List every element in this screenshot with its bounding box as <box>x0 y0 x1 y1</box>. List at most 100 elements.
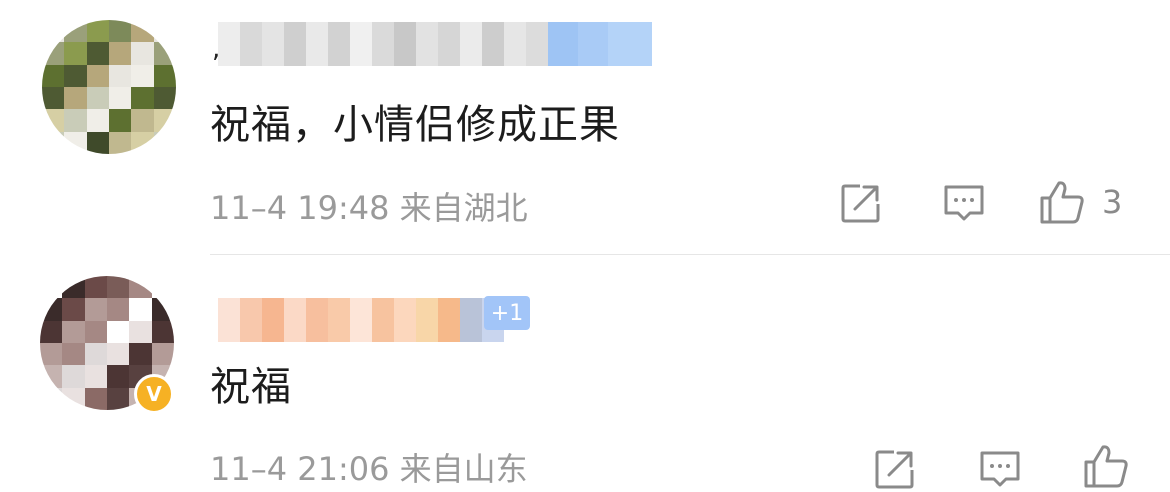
username-pixel <box>306 22 328 66</box>
avatar-pixel <box>84 276 107 299</box>
username-pixel <box>608 22 652 66</box>
username-pixel <box>438 22 460 66</box>
username-pixel <box>284 298 306 342</box>
avatar-pixel <box>151 320 174 343</box>
thumbs-up-icon <box>1084 445 1128 488</box>
share-button[interactable] <box>872 446 918 492</box>
avatar-pixel <box>107 276 130 299</box>
username-pixel <box>438 298 460 342</box>
avatar-pixel <box>107 365 130 388</box>
username-pixel <box>578 22 608 66</box>
avatar-pixel <box>151 276 174 299</box>
avatar-pixel <box>86 87 109 110</box>
avatar-pixel <box>62 298 85 321</box>
avatar-pixel <box>86 20 109 43</box>
comment-item: V +1 祝福 11–4 21:06 来自山东 <box>0 256 1170 489</box>
username-pixel <box>262 22 284 66</box>
avatar-pixel <box>153 131 176 154</box>
username-pixel <box>548 22 578 66</box>
username-pixel <box>262 298 284 342</box>
avatar-pixel <box>131 109 154 132</box>
username-pixel <box>240 298 262 342</box>
username-pixel <box>328 22 350 66</box>
username-blurred[interactable] <box>218 22 652 66</box>
comment-icon <box>944 185 984 221</box>
avatar-pixel <box>131 42 154 65</box>
avatar-pixel <box>153 42 176 65</box>
comment-icon <box>980 451 1020 487</box>
avatar-pixel <box>107 320 130 343</box>
username-pixel <box>460 22 482 66</box>
username-pixel <box>526 22 548 66</box>
avatar-pixel <box>62 276 85 299</box>
username-pixel <box>306 298 328 342</box>
username-pixel <box>218 298 240 342</box>
avatar-pixel <box>151 298 174 321</box>
avatar-pixel <box>86 109 109 132</box>
username-pixel <box>504 22 526 66</box>
username-pixel <box>218 22 240 66</box>
comment-text: 祝福，小情侣修成正果 <box>210 102 620 148</box>
username-pixel <box>350 22 372 66</box>
username-pixel <box>350 298 372 342</box>
share-icon <box>875 450 914 489</box>
avatar-pixel <box>107 298 130 321</box>
fan-level-badge: +1 <box>484 296 530 330</box>
avatar-pixel <box>42 87 65 110</box>
avatar-pixel <box>131 87 154 110</box>
avatar[interactable] <box>42 20 176 154</box>
avatar-pixel <box>64 42 87 65</box>
avatar-pixel <box>131 20 154 43</box>
username-pixel <box>284 22 306 66</box>
avatar-pixel <box>86 131 109 154</box>
avatar-pixel <box>62 365 85 388</box>
avatar-pixel <box>129 276 152 299</box>
divider <box>210 254 1170 255</box>
avatar-pixel <box>64 109 87 132</box>
avatar-pixel <box>86 64 109 87</box>
avatar-pixel <box>84 320 107 343</box>
avatar-pixel <box>109 109 132 132</box>
comment-meta: 11–4 21:06 来自山东 <box>210 450 528 488</box>
like-button[interactable]: 3 <box>1038 178 1122 226</box>
reply-button[interactable] <box>978 448 1022 490</box>
avatar-pixel <box>84 365 107 388</box>
comment-text: 祝福 <box>210 364 292 410</box>
avatar-pixel <box>42 20 65 43</box>
avatar-pixel <box>84 343 107 366</box>
avatar-pixel <box>129 320 152 343</box>
avatar-pixel <box>107 343 130 366</box>
like-button[interactable] <box>1082 442 1130 490</box>
verified-badge-icon: V <box>134 374 174 414</box>
like-count: 3 <box>1102 183 1123 221</box>
avatar-pixel <box>129 343 152 366</box>
username-pixel <box>416 298 438 342</box>
avatar-pixel <box>64 64 87 87</box>
share-button[interactable] <box>838 180 884 226</box>
avatar-pixel <box>84 298 107 321</box>
avatar-pixel <box>153 64 176 87</box>
avatar-pixel <box>131 64 154 87</box>
avatar-pixel <box>40 343 63 366</box>
avatar-pixel <box>64 20 87 43</box>
username-pixel <box>416 22 438 66</box>
avatar-pixel <box>153 20 176 43</box>
username-pixel <box>372 298 394 342</box>
avatar-pixel <box>109 87 132 110</box>
avatar-pixel <box>64 87 87 110</box>
avatar-pixel <box>109 64 132 87</box>
reply-button[interactable] <box>942 182 986 224</box>
avatar-pixel <box>62 320 85 343</box>
avatar-pixel <box>131 131 154 154</box>
comment-meta: 11–4 19:48 来自湖北 <box>210 189 528 227</box>
share-icon <box>841 184 880 223</box>
avatar-pixel <box>40 298 63 321</box>
avatar-pixel <box>42 42 65 65</box>
username-pixel <box>394 22 416 66</box>
avatar-pixel <box>129 298 152 321</box>
username-pixel <box>328 298 350 342</box>
username-blurred[interactable] <box>218 298 504 342</box>
avatar-pixel <box>109 42 132 65</box>
username-pixel <box>482 22 504 66</box>
avatar-pixel <box>40 387 63 410</box>
